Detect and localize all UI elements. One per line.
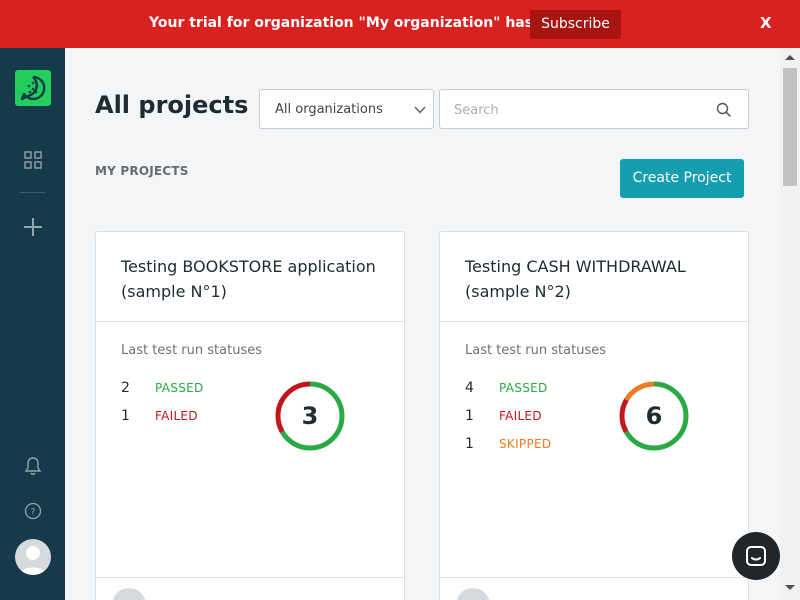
status-count: 1 <box>465 436 474 452</box>
total-runs: 3 <box>302 402 319 430</box>
status-count: 2 <box>121 380 130 396</box>
total-runs: 6 <box>646 402 663 430</box>
status-label: FAILED <box>155 409 198 423</box>
card-divider <box>440 577 748 578</box>
search-box <box>439 89 749 129</box>
card-divider <box>96 321 404 322</box>
organization-select[interactable]: All organizations <box>259 89 434 129</box>
status-count: 1 <box>121 408 130 424</box>
subscribe-button[interactable]: Subscribe <box>530 10 621 39</box>
search-icon[interactable] <box>716 102 732 118</box>
statuses-label: Last test run statuses <box>465 343 606 358</box>
section-title: MY PROJECTS <box>95 164 189 178</box>
owner-avatar-icon <box>456 588 490 600</box>
trial-expired-banner: Your trial for organization "My organiza… <box>0 0 800 48</box>
status-count: 1 <box>465 408 474 424</box>
project-title[interactable]: Testing BOOKSTORE application (sample N°… <box>121 254 391 304</box>
plus-icon[interactable] <box>23 217 43 241</box>
status-label: FAILED <box>499 409 542 423</box>
status-label: SKIPPED <box>499 437 552 451</box>
user-avatar-icon[interactable] <box>15 539 51 575</box>
status-count: 4 <box>465 380 474 396</box>
chat-launcher-icon[interactable] <box>732 532 780 580</box>
grid-icon[interactable] <box>24 151 42 173</box>
card-divider <box>440 321 748 322</box>
sidebar-divider <box>20 192 45 193</box>
scroll-up-arrow-icon[interactable] <box>785 55 795 60</box>
status-label: PASSED <box>499 381 548 395</box>
create-project-button[interactable]: Create Project <box>620 159 744 198</box>
bell-icon[interactable] <box>24 456 42 480</box>
card-divider <box>96 577 404 578</box>
project-card[interactable]: Testing BOOKSTORE application (sample N°… <box>95 231 405 600</box>
search-input[interactable] <box>454 100 704 120</box>
status-donut-chart: 6 <box>619 381 689 451</box>
svg-text:?: ? <box>31 508 36 518</box>
scrollbar-thumb[interactable] <box>783 68 797 186</box>
status-label: PASSED <box>155 381 204 395</box>
owner-avatar-icon <box>112 588 146 600</box>
organization-select-value: All organizations <box>275 102 383 117</box>
scroll-down-arrow-icon[interactable] <box>785 585 795 590</box>
status-donut-chart: 3 <box>275 381 345 451</box>
banner-close-button[interactable]: X <box>760 14 772 32</box>
scrollbar[interactable] <box>780 48 800 600</box>
project-card[interactable]: Testing CASH WITHDRAWAL (sample N°2) Las… <box>439 231 749 600</box>
page-title: All projects <box>95 91 249 119</box>
help-icon[interactable]: ? <box>24 502 42 524</box>
cucumber-logo-icon[interactable] <box>15 70 51 106</box>
chevron-down-icon <box>414 106 426 114</box>
project-title[interactable]: Testing CASH WITHDRAWAL (sample N°2) <box>465 254 735 304</box>
statuses-label: Last test run statuses <box>121 343 262 358</box>
sidebar: ? <box>0 48 65 600</box>
